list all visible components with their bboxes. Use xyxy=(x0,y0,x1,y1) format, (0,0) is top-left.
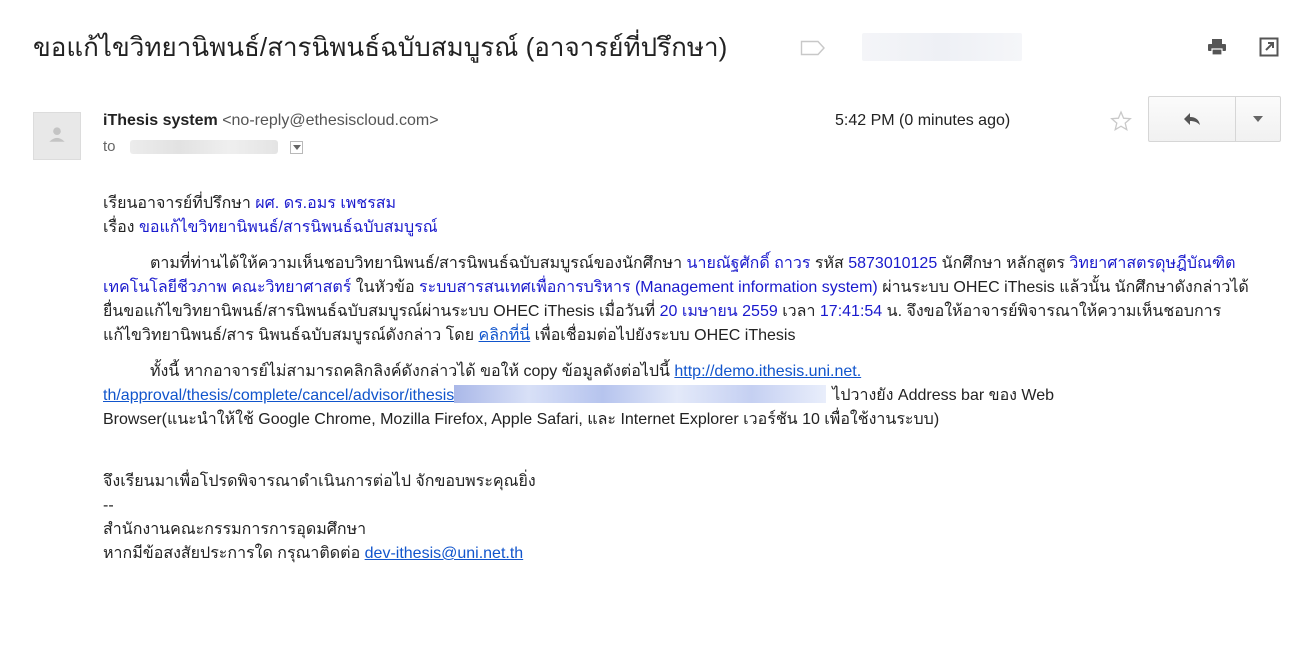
p1-text-g: เวลา xyxy=(782,303,816,320)
email-timestamp: 5:42 PM (0 minutes ago) xyxy=(835,112,1011,129)
approval-url-part2[interactable]: th/approval/thesis/complete/cancel/advis… xyxy=(103,387,454,404)
reply-button[interactable] xyxy=(1149,97,1236,141)
p1-text-a: ตามที่ท่านได้ให้ความเห็นชอบวิทยานิพนธ์/ส… xyxy=(150,255,683,272)
thesis-title: ระบบสารสนเทศเพื่อการบริหาร (Management i… xyxy=(419,279,878,296)
recipient-line: to xyxy=(103,136,303,158)
person-icon xyxy=(49,127,65,142)
print-icon[interactable] xyxy=(1207,38,1227,56)
sender-line: iThesis system <no-reply@ethesiscloud.co… xyxy=(103,110,439,132)
submission-date: 20 เมษายน 2559 xyxy=(659,303,778,320)
reply-actions xyxy=(1148,96,1281,142)
email-view: ขอแก้ไขวิทยานิพนธ์/สารนิพนธ์ฉบับสมบูรณ์ … xyxy=(0,0,1294,665)
redacted-url xyxy=(454,385,827,403)
email-body: เรียนอาจารย์ที่ปรึกษา ผศ. ดร.อมร เพชรสม … xyxy=(103,192,1253,566)
greeting-line: เรียนอาจารย์ที่ปรึกษา ผศ. ดร.อมร เพชรสม xyxy=(103,192,1253,216)
avatar xyxy=(33,112,81,160)
p1-text-b: รหัส xyxy=(814,255,844,272)
subject-prefix: เรื่อง xyxy=(103,219,135,236)
closing-line: จึงเรียนมาเพื่อโปรดพิจารณาดำเนินการต่อไป… xyxy=(103,473,536,490)
student-name: นายณัฐศักดิ์ ถาวร xyxy=(686,255,811,272)
organization-name: สำนักงานคณะกรรมการการอุดมศึกษา xyxy=(103,521,367,538)
email-subject: ขอแก้ไขวิทยานิพนธ์/สารนิพนธ์ฉบับสมบูรณ์ … xyxy=(33,32,728,62)
p1-text-e: ในหัวข้อ xyxy=(355,279,415,296)
contact-prefix: หากมีข้อสงสัยประการใด กรุณาติดต่อ xyxy=(103,545,361,562)
student-id: 5873010125 xyxy=(848,255,938,272)
more-actions-button[interactable] xyxy=(1236,97,1280,141)
to-label: to xyxy=(103,138,116,155)
contact-email-link[interactable]: dev-ithesis@uni.net.th xyxy=(365,545,524,562)
label-tag-icon[interactable] xyxy=(800,40,826,56)
reply-icon xyxy=(1184,113,1200,125)
p2-text-c: Browser(แนะนำให้ใช้ Google Chrome, Mozil… xyxy=(103,411,940,428)
redacted-area xyxy=(862,33,1022,61)
p1-text-d: หลักสูตร xyxy=(1006,255,1065,272)
p2-text-a: ทั้งนี้ หากอาจารย์ไม่สามารถคลิกลิงค์ดังก… xyxy=(150,363,670,380)
paragraph-main: ตามที่ท่านได้ให้ความเห็นชอบวิทยานิพนธ์/ส… xyxy=(103,252,1253,348)
new-window-icon[interactable] xyxy=(1259,37,1279,57)
click-here-link[interactable]: คลิกที่นี่ xyxy=(479,327,531,344)
contact-line: หากมีข้อสงสัยประการใด กรุณาติดต่อ dev-it… xyxy=(103,542,1253,566)
redacted-recipient xyxy=(129,140,278,155)
show-details-button[interactable] xyxy=(289,140,303,154)
p1-text-i: เพื่อเชื่อมต่อไปยังระบบ OHEC iThesis xyxy=(534,327,796,344)
subject-header: ขอแก้ไขวิทยานิพนธ์/สารนิพนธ์ฉบับสมบูรณ์ … xyxy=(0,0,1294,90)
subject-line: เรื่อง ขอแก้ไขวิทยานิพนธ์/สารนิพนธ์ฉบับส… xyxy=(103,216,1253,240)
greeting-prefix: เรียนอาจารย์ที่ปรึกษา xyxy=(103,195,251,212)
signature-separator: -- xyxy=(103,497,114,514)
approval-url-part1[interactable]: http://demo.ithesis.uni.net. xyxy=(674,363,861,380)
p2-text-b: ไปวางยัง Address bar ของ Web xyxy=(832,387,1055,404)
star-icon[interactable] xyxy=(1110,110,1132,132)
sender-name[interactable]: iThesis system xyxy=(103,112,218,129)
p1-text-c: นักศึกษา xyxy=(941,255,1002,272)
advisor-name: ผศ. ดร.อมร เพชรสม xyxy=(255,195,397,212)
submission-time: 17:41:54 xyxy=(819,303,883,320)
sender-email: <no-reply@ethesiscloud.com> xyxy=(222,112,439,129)
subject-value: ขอแก้ไขวิทยานิพนธ์/สารนิพนธ์ฉบับสมบูรณ์ xyxy=(138,219,438,236)
chevron-down-icon xyxy=(1253,116,1263,122)
paragraph-url: ทั้งนี้ หากอาจารย์ไม่สามารถคลิกลิงค์ดังก… xyxy=(103,360,1253,432)
